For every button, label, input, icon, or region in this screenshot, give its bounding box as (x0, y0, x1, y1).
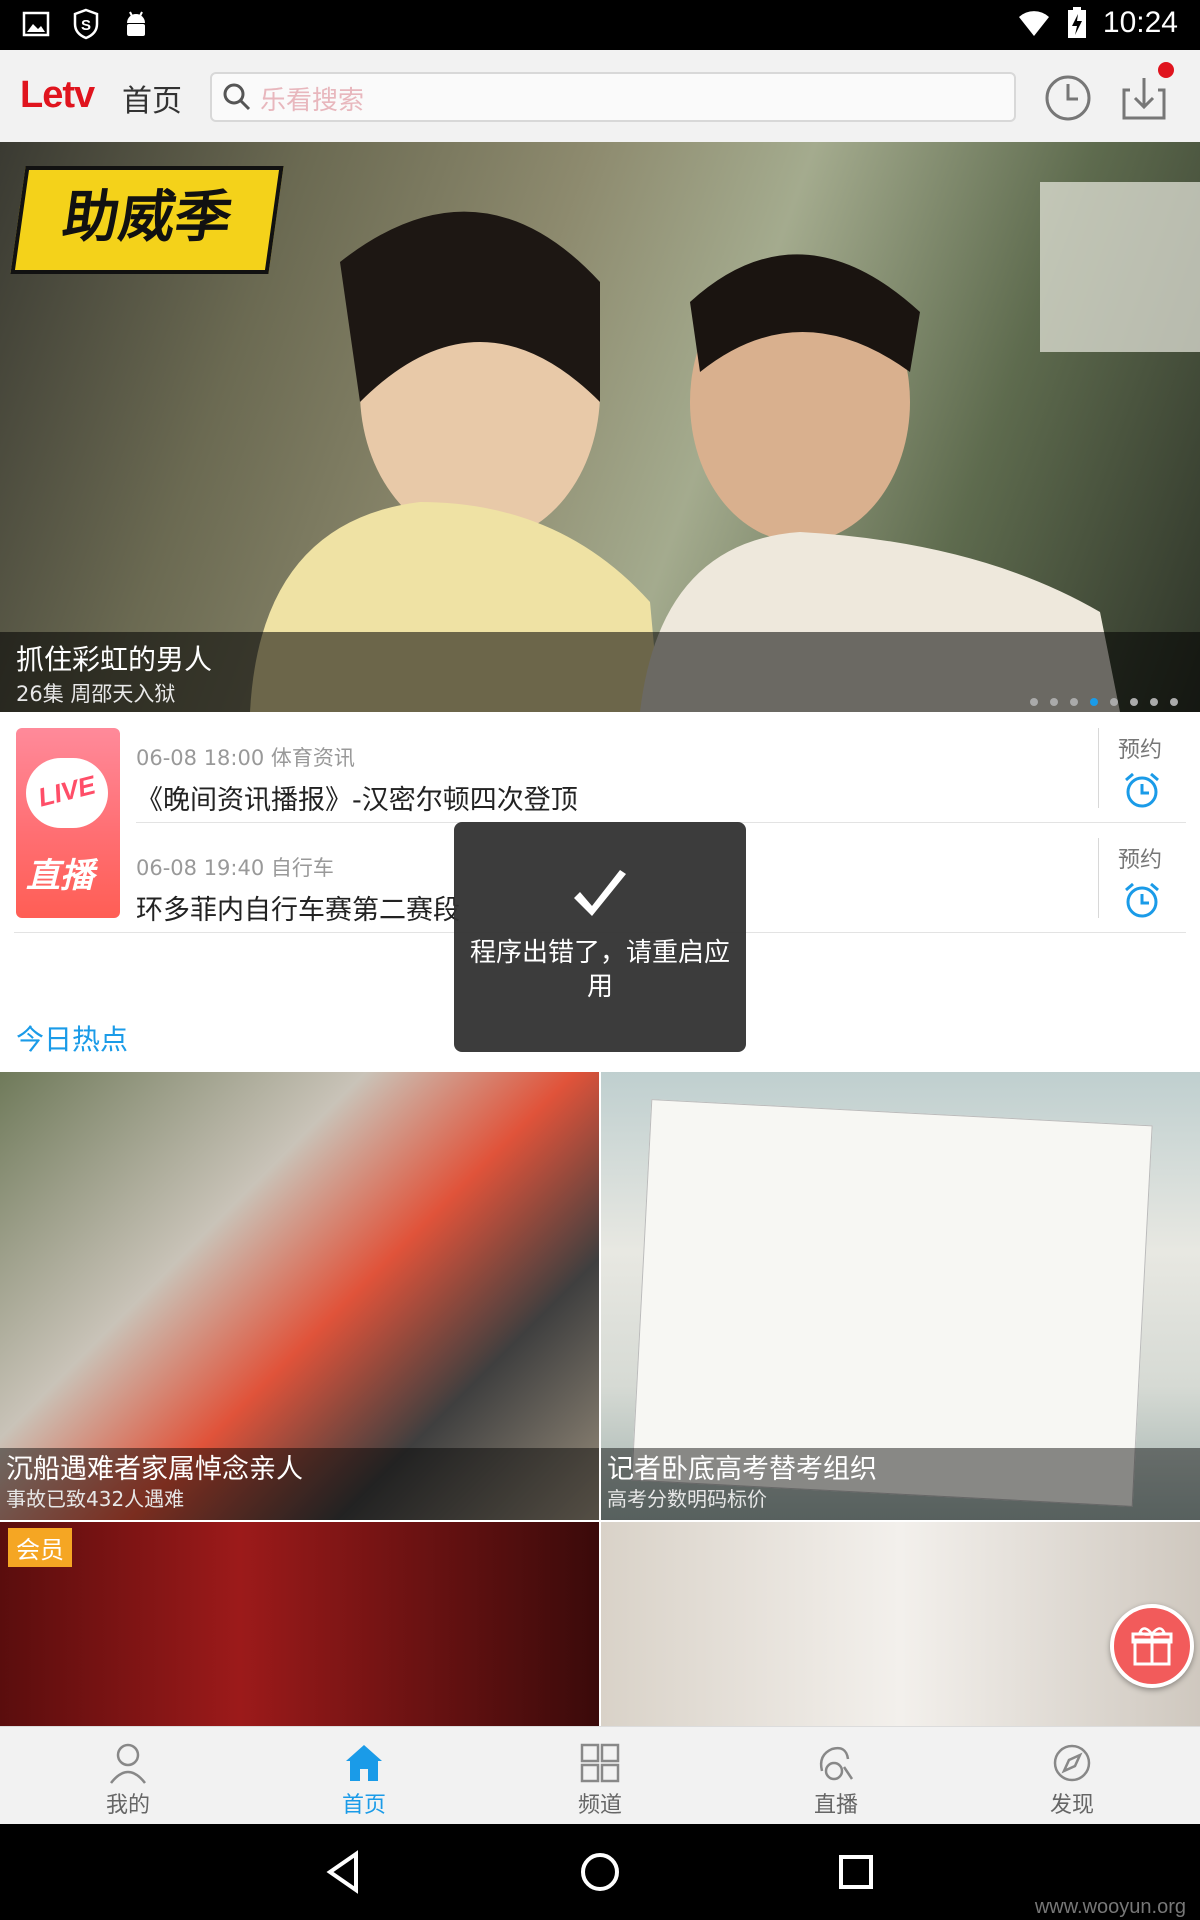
letv-logo[interactable]: Letv (20, 74, 95, 117)
promo-badge: 助威季 (10, 166, 284, 274)
nav-item-mine[interactable]: 我的 (8, 1727, 248, 1825)
section-title-hot: 今日热点 (16, 1023, 129, 1056)
history-clock-icon[interactable] (1042, 72, 1094, 124)
divider (1098, 838, 1099, 918)
back-icon[interactable] (322, 1850, 366, 1894)
svg-text:S: S (81, 17, 91, 34)
carousel-dot[interactable] (1170, 698, 1178, 706)
gift-button[interactable] (1110, 1604, 1194, 1688)
live-icon (819, 1746, 854, 1781)
live-badge-cn: 直播 (26, 856, 94, 896)
nav-label: 发现 (1049, 1793, 1094, 1818)
nav-item-discover[interactable]: 发现 (952, 1727, 1192, 1825)
reserve-button[interactable]: 预约 (1104, 836, 1194, 926)
video-tile[interactable]: 会员 (0, 1522, 599, 1726)
live-item-meta: 06-08 18:00 体育资讯 (136, 746, 355, 770)
home-icon (346, 1745, 382, 1781)
member-badge: 会员 (8, 1528, 72, 1567)
app-header: Letv 首页 乐看搜索 (0, 50, 1200, 144)
shield-s-icon: S (73, 8, 99, 40)
carousel-dot[interactable] (1070, 698, 1078, 706)
tile-artwork (631, 1099, 1153, 1507)
live-item-meta: 06-08 19:40 自行车 (136, 856, 334, 880)
toast-message: 程序出错了，请重启应用 (469, 938, 730, 1002)
live-item-title: 环多菲内自行车赛第二赛段 (136, 895, 460, 926)
nav-item-home[interactable]: 首页 (244, 1727, 484, 1825)
tile-title: 记者卧底高考替考组织 (607, 1454, 877, 1485)
nav-label: 我的 (105, 1793, 150, 1818)
bottom-navigation: 我的 首页 频道 直播 发现 (0, 1726, 1200, 1825)
checkmark-icon (574, 870, 626, 916)
reserve-label: 预约 (1118, 848, 1163, 873)
page-title: 首页 (122, 84, 182, 119)
carousel-dot[interactable] (1130, 698, 1138, 706)
banner-subtitle: 26集 周邵天入狱 (16, 682, 176, 706)
home-circle-icon[interactable] (578, 1850, 622, 1894)
notification-dot (1158, 62, 1174, 78)
divider (1098, 728, 1099, 808)
live-badge[interactable]: LIVE 直播 (16, 728, 120, 918)
alarm-clock-icon (1125, 882, 1159, 918)
live-item[interactable]: 06-08 18:00 体育资讯 《晚间资讯播报》-汉密尔顿四次登顶 (136, 728, 1096, 828)
status-left-icons: S (22, 8, 150, 40)
search-placeholder: 乐看搜索 (260, 86, 365, 116)
wifi-icon (1018, 11, 1049, 36)
carousel-dot[interactable] (1150, 698, 1158, 706)
banner-title: 抓住彩虹的男人 (16, 643, 213, 676)
nav-label: 首页 (341, 1793, 386, 1818)
alarm-clock-icon (1125, 772, 1159, 808)
system-navigation-bar (0, 1824, 1200, 1920)
status-right-icons: 10:24 (1017, 6, 1178, 40)
person-icon (110, 1743, 146, 1784)
carousel-dot[interactable] (1090, 698, 1098, 706)
live-item-title: 《晚间资讯播报》-汉密尔顿四次登顶 (136, 785, 578, 816)
carousel-dot[interactable] (1050, 698, 1058, 706)
gift-icon (1131, 1627, 1173, 1666)
status-bar: S 10:24 (0, 0, 1200, 50)
tile-subtitle: 事故已致432人遇难 (6, 1487, 185, 1511)
news-tile[interactable]: 沉船遇难者家属悼念亲人 事故已致432人遇难 (0, 1072, 599, 1520)
status-time: 10:24 (1102, 6, 1178, 39)
search-icon (223, 83, 251, 111)
nav-label: 频道 (577, 1793, 622, 1818)
watermark: www.wooyun.org (1034, 1896, 1186, 1918)
download-icon[interactable] (1118, 72, 1170, 124)
image-notification-icon (22, 11, 50, 37)
nav-item-live[interactable]: 直播 (716, 1727, 956, 1825)
tile-title: 沉船遇难者家属悼念亲人 (6, 1454, 303, 1485)
error-toast: 程序出错了，请重启应用 (454, 822, 746, 1052)
grid-icon (580, 1743, 620, 1783)
tile-subtitle: 高考分数明码标价 (607, 1487, 767, 1511)
battery-charging-icon (1067, 7, 1086, 38)
hero-banner[interactable]: 助威季 抓住彩虹的男人 26集 周邵天入狱 (0, 142, 1200, 712)
reserve-label: 预约 (1118, 738, 1163, 763)
promo-badge-text: 助威季 (58, 185, 236, 250)
carousel-dots (1030, 698, 1178, 706)
nav-item-channels[interactable]: 频道 (480, 1727, 720, 1825)
news-tile[interactable]: 记者卧底高考替考组织 高考分数明码标价 (601, 1072, 1200, 1520)
recents-square-icon[interactable] (834, 1850, 878, 1894)
android-icon (127, 11, 145, 36)
search-input[interactable]: 乐看搜索 (210, 72, 1016, 122)
nav-label: 直播 (813, 1793, 858, 1818)
reserve-button[interactable]: 预约 (1104, 726, 1194, 816)
video-tile[interactable] (601, 1522, 1200, 1726)
compass-icon (1053, 1744, 1091, 1782)
carousel-dot[interactable] (1030, 698, 1038, 706)
carousel-dot[interactable] (1110, 698, 1118, 706)
